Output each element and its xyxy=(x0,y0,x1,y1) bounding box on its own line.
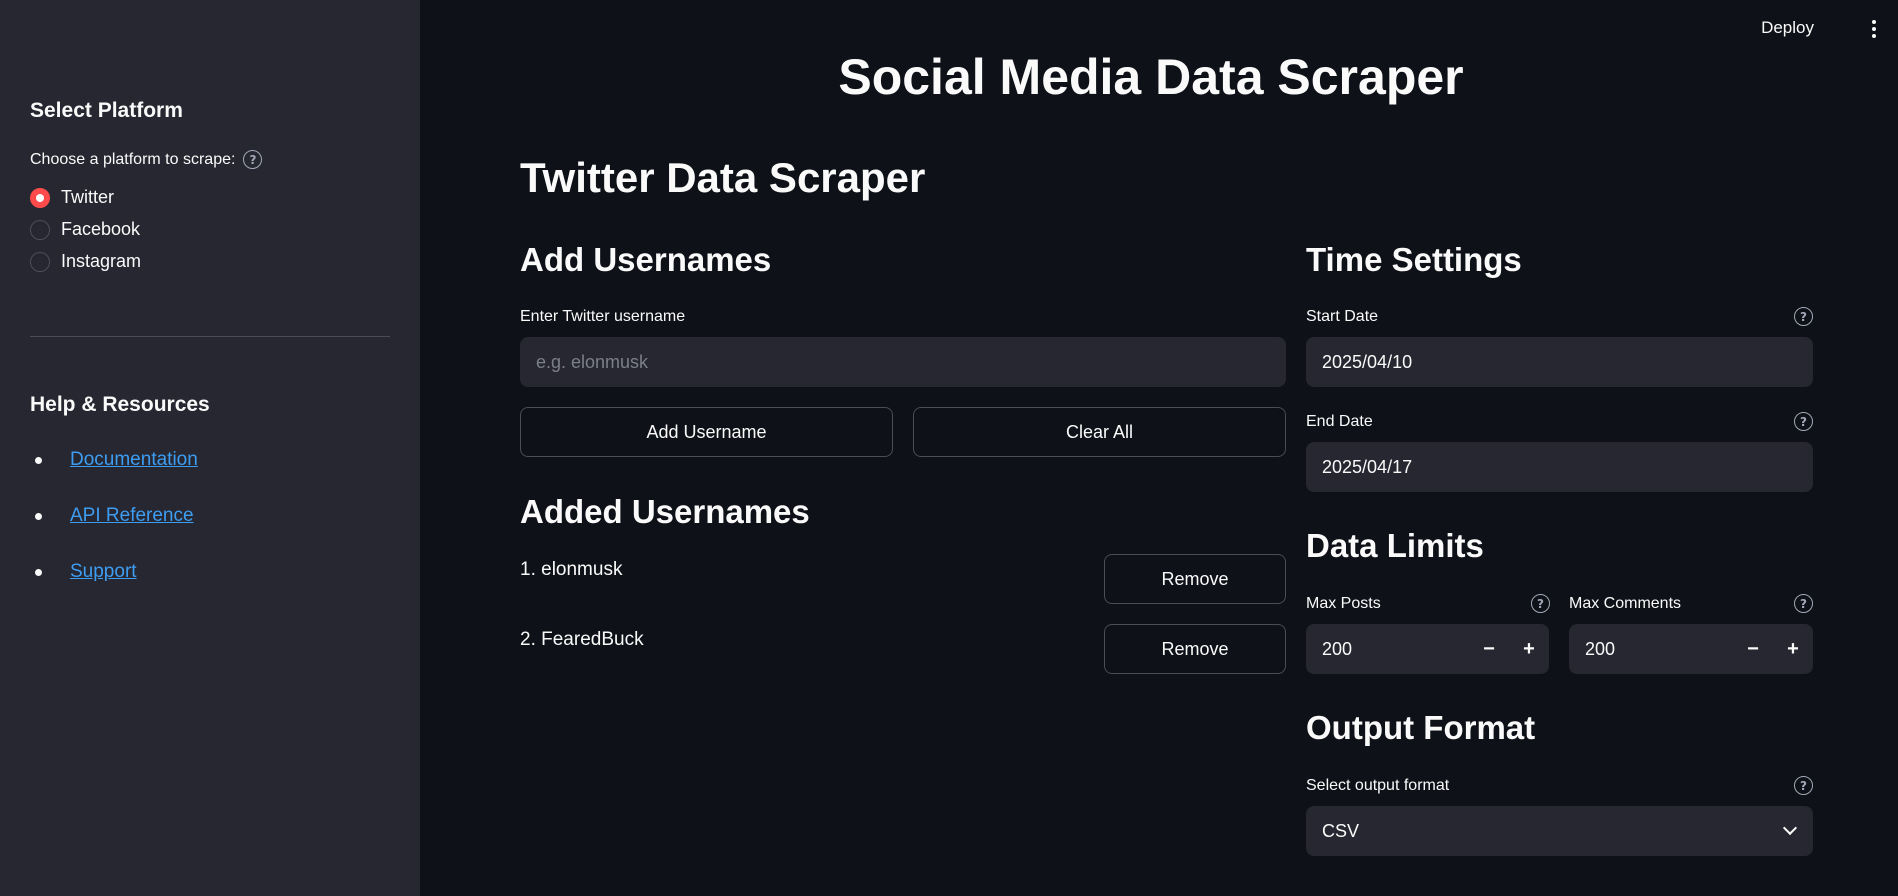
start-date-label: Start Date xyxy=(1306,308,1379,325)
bullet-icon xyxy=(35,568,42,576)
resource-item: Documentation xyxy=(30,449,198,471)
radio-unselected-icon[interactable] xyxy=(30,219,50,240)
help-icon[interactable]: ? xyxy=(1794,307,1813,326)
resource-item: API Reference xyxy=(30,505,194,527)
added-usernames-heading: Added Usernames xyxy=(520,493,810,530)
radio-label-facebook: Facebook xyxy=(61,219,141,239)
page-title: Social Media Data Scraper xyxy=(838,49,1464,105)
help-icon[interactable]: ? xyxy=(243,150,263,169)
help-icon[interactable]: ? xyxy=(1794,776,1813,795)
radio-selected-icon[interactable] xyxy=(30,187,50,208)
max-comments-stepper: 200 − + xyxy=(1569,624,1813,674)
username-input-label: Enter Twitter username xyxy=(520,308,686,325)
help-icon[interactable]: ? xyxy=(1794,412,1813,431)
max-comments-value[interactable]: 200 xyxy=(1585,639,1615,660)
data-limits-heading: Data Limits xyxy=(1306,527,1484,564)
radio-twitter[interactable]: Twitter xyxy=(30,187,114,208)
documentation-link[interactable]: Documentation xyxy=(70,449,198,471)
max-comments-label: Max Comments xyxy=(1569,595,1682,612)
platform-label-row: Choose a platform to scrape: ? xyxy=(30,150,263,169)
output-format-label: Select output format xyxy=(1306,777,1450,794)
time-settings-heading: Time Settings xyxy=(1306,241,1522,278)
resources-heading: Help & Resources xyxy=(30,393,210,416)
more-menu-icon[interactable] xyxy=(1872,20,1876,38)
main-content: Deploy Social Media Data Scraper Twitter… xyxy=(420,0,1898,896)
radio-facebook[interactable]: Facebook xyxy=(30,219,140,240)
start-date-input[interactable]: 2025/04/10 xyxy=(1306,337,1813,387)
help-icon[interactable]: ? xyxy=(1531,594,1550,613)
bullet-icon xyxy=(35,512,42,520)
radio-instagram[interactable]: Instagram xyxy=(30,251,141,272)
deploy-button[interactable]: Deploy xyxy=(1761,18,1814,38)
sidebar: Select Platform Choose a platform to scr… xyxy=(0,0,420,896)
username-input[interactable]: e.g. elonmusk xyxy=(520,337,1286,387)
end-date-input[interactable]: 2025/04/17 xyxy=(1306,442,1813,492)
increment-icon[interactable]: + xyxy=(1509,624,1549,674)
resource-item: Support xyxy=(30,561,137,583)
subtitle: Twitter Data Scraper xyxy=(520,154,926,201)
add-usernames-heading: Add Usernames xyxy=(520,241,772,278)
help-icon[interactable]: ? xyxy=(1794,594,1813,613)
clear-all-button[interactable]: Clear All xyxy=(913,407,1286,457)
max-posts-value[interactable]: 200 xyxy=(1322,639,1352,660)
output-format-value: CSV xyxy=(1322,820,1360,841)
username-item: 1. elonmusk xyxy=(520,559,623,580)
support-link[interactable]: Support xyxy=(70,561,137,583)
remove-button[interactable]: Remove xyxy=(1104,624,1286,674)
radio-label-instagram: Instagram xyxy=(61,251,142,271)
username-item: 2. FearedBuck xyxy=(520,629,644,650)
sidebar-divider xyxy=(30,336,390,337)
end-date-label: End Date xyxy=(1306,413,1373,430)
platform-label: Choose a platform to scrape: xyxy=(30,150,236,168)
remove-button[interactable]: Remove xyxy=(1104,554,1286,604)
add-username-button[interactable]: Add Username xyxy=(520,407,893,457)
radio-label-twitter: Twitter xyxy=(61,187,115,207)
max-posts-label: Max Posts xyxy=(1306,595,1381,612)
radio-unselected-icon[interactable] xyxy=(30,251,50,272)
api-reference-link[interactable]: API Reference xyxy=(70,505,194,527)
bullet-icon xyxy=(35,456,42,464)
increment-icon[interactable]: + xyxy=(1773,624,1813,674)
output-format-select[interactable]: CSV xyxy=(1306,806,1813,856)
output-format-heading: Output Format xyxy=(1306,709,1536,746)
chevron-down-icon[interactable] xyxy=(1782,820,1798,836)
decrement-icon[interactable]: − xyxy=(1469,624,1509,674)
decrement-icon[interactable]: − xyxy=(1733,624,1773,674)
platform-heading: Select Platform xyxy=(30,99,183,122)
max-posts-stepper: 200 − + xyxy=(1306,624,1549,674)
